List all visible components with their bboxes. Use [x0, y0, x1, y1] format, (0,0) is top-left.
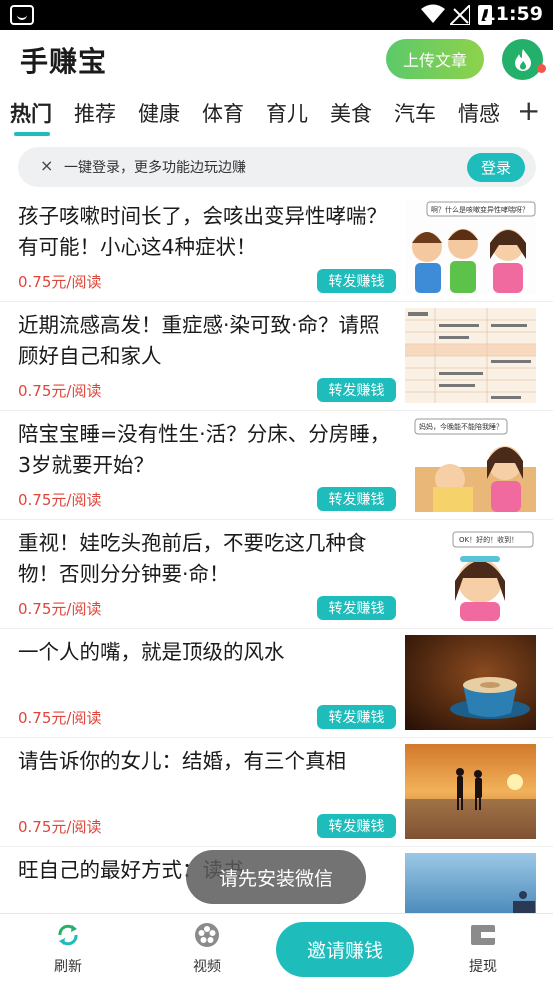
article-thumbnail[interactable]: 啊？什么是咳嗽变异性哮喘呀？	[405, 199, 536, 294]
article-item[interactable]: 请告诉你的女儿：结婚，有三个真相 0.75元/阅读 转发赚钱	[0, 738, 553, 847]
article-title[interactable]: 孩子咳嗽时间长了，会咳出变异性哮喘？有可能！小心这4种症状！	[18, 201, 398, 263]
article-title[interactable]: 近期流感高发！重症感·染可致·命？请照顾好自己和家人	[18, 310, 398, 372]
article-item[interactable]: 重视！娃吃头孢前后，不要吃这几种食物！否则分分钟要·命！ 0.75元/阅读 转发…	[0, 520, 553, 629]
login-prompt-text: 一键登录，更多功能边玩边赚	[64, 160, 246, 176]
share-earn-button[interactable]: 转发赚钱	[317, 378, 396, 402]
login-prompt-bar: × 一键登录，更多功能边玩边赚 登录	[18, 147, 536, 187]
share-earn-button[interactable]: 转发赚钱	[317, 705, 396, 729]
thumb-caption: 啊？什么是咳嗽变异性哮喘呀？	[431, 205, 529, 214]
app-brand-title: 手赚宝	[20, 45, 108, 78]
article-thumbnail[interactable]: 妈妈，今晚能不能陪我睡？	[405, 417, 536, 512]
no-signal-icon	[450, 5, 470, 25]
thumb-caption: 妈妈，今晚能不能陪我睡？	[419, 422, 503, 431]
nav-refresh-label: 刷新	[54, 959, 82, 975]
status-bar: 11:59	[0, 0, 553, 30]
article-reward: 0.75元/阅读	[18, 818, 102, 836]
article-thumbnail[interactable]	[405, 744, 536, 839]
toast-message: 请先安装微信	[186, 850, 366, 904]
hot-flame-button[interactable]	[502, 39, 543, 80]
share-earn-button[interactable]: 转发赚钱	[317, 814, 396, 838]
article-item[interactable]: 近期流感高发！重症感·染可致·命？请照顾好自己和家人 0.75元/阅读 转发赚钱	[0, 302, 553, 411]
notification-app-icon	[10, 5, 34, 25]
wifi-icon	[421, 4, 445, 23]
status-time: 11:59	[482, 3, 543, 25]
article-reward: 0.75元/阅读	[18, 491, 102, 509]
article-title[interactable]: 重视！娃吃头孢前后，不要吃这几种食物！否则分分钟要·命！	[18, 528, 398, 590]
add-tab-button[interactable]: +	[517, 94, 540, 127]
article-title[interactable]: 一个人的嘴，就是顶级的风水	[18, 637, 398, 668]
tab-recommend[interactable]: 推荐	[74, 98, 116, 128]
nav-withdraw[interactable]: 提现	[443, 922, 523, 976]
tab-food[interactable]: 美食	[330, 98, 372, 128]
nav-video-label: 视频	[193, 959, 221, 975]
category-tabs: 热门 推荐 健康 体育 育儿 美食 汽车 情感 +	[0, 92, 553, 138]
thumb-caption: OK！好的！收到！	[459, 535, 518, 544]
tab-emotion[interactable]: 情感	[458, 98, 500, 128]
notification-dot	[537, 64, 546, 73]
close-icon[interactable]: ×	[40, 156, 53, 175]
refresh-icon	[58, 924, 78, 946]
tab-parenting[interactable]: 育儿	[266, 98, 308, 128]
article-item[interactable]: 孩子咳嗽时间长了，会咳出变异性哮喘？有可能！小心这4种症状！ 0.75元/阅读 …	[0, 193, 553, 302]
article-thumbnail[interactable]	[405, 635, 536, 730]
article-item[interactable]: 一个人的嘴，就是顶级的风水 0.75元/阅读 转发赚钱	[0, 629, 553, 738]
tab-hot[interactable]: 热门	[10, 98, 52, 128]
share-earn-button[interactable]: 转发赚钱	[317, 269, 396, 293]
article-reward: 0.75元/阅读	[18, 600, 102, 618]
app-header: 手赚宝 上传文章	[0, 30, 553, 92]
share-earn-button[interactable]: 转发赚钱	[317, 596, 396, 620]
wallet-icon	[471, 925, 495, 945]
article-title[interactable]: 陪宝宝睡=没有性生·活？分床、分房睡，3岁就要开始？	[18, 419, 398, 481]
tab-health[interactable]: 健康	[138, 98, 180, 128]
invite-earn-button[interactable]: 邀请赚钱	[276, 922, 414, 977]
article-title[interactable]: 请告诉你的女儿：结婚，有三个真相	[18, 746, 398, 777]
tab-sports[interactable]: 体育	[202, 98, 244, 128]
tab-cars[interactable]: 汽车	[394, 98, 436, 128]
nav-refresh[interactable]: 刷新	[28, 922, 108, 976]
share-earn-button[interactable]: 转发赚钱	[317, 487, 396, 511]
article-thumbnail[interactable]	[405, 308, 536, 403]
nav-video[interactable]: 视频	[167, 922, 247, 976]
article-reward: 0.75元/阅读	[18, 709, 102, 727]
article-reward: 0.75元/阅读	[18, 273, 102, 291]
article-item[interactable]: 陪宝宝睡=没有性生·活？分床、分房睡，3岁就要开始？ 0.75元/阅读 转发赚钱…	[0, 411, 553, 520]
nav-withdraw-label: 提现	[469, 959, 497, 975]
login-button[interactable]: 登录	[467, 153, 525, 182]
active-tab-indicator	[14, 132, 50, 136]
upload-article-button[interactable]: 上传文章	[386, 39, 484, 79]
article-thumbnail[interactable]: OK！好的！收到！	[405, 526, 536, 621]
film-reel-icon	[195, 923, 219, 947]
flame-icon	[514, 48, 531, 71]
article-reward: 0.75元/阅读	[18, 382, 102, 400]
bottom-navigation: 刷新 视频 邀请赚钱 提现	[0, 913, 553, 983]
article-thumbnail[interactable]	[405, 853, 536, 913]
